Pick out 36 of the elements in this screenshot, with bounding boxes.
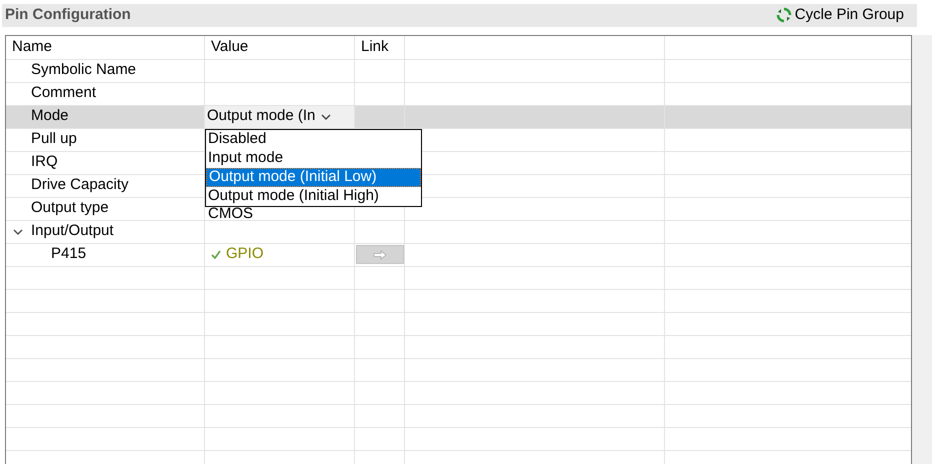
row-name: Mode bbox=[31, 106, 69, 126]
row-value: GPIO bbox=[226, 244, 264, 264]
row-name: Output type bbox=[31, 198, 109, 218]
table-row[interactable]: Symbolic Name bbox=[6, 60, 911, 82]
table-cell bbox=[355, 358, 405, 382]
row-name: P415 bbox=[51, 244, 86, 264]
table-row[interactable]: Mode Output mode (In bbox=[6, 106, 911, 128]
table-cell bbox=[355, 312, 405, 336]
table-cell bbox=[355, 336, 405, 358]
column-header[interactable]: Link bbox=[355, 36, 405, 60]
arrow-right-icon bbox=[372, 250, 386, 260]
row-name: Pull up bbox=[31, 129, 77, 150]
table-cell bbox=[355, 382, 405, 404]
table-cell bbox=[355, 404, 405, 428]
row-name: Drive Capacity bbox=[31, 175, 129, 196]
table-cell bbox=[355, 428, 405, 450]
row-name: Input/Output bbox=[31, 221, 114, 242]
column-header[interactable]: Name bbox=[6, 36, 205, 60]
check-icon bbox=[211, 250, 221, 259]
table-row[interactable]: Input/Output bbox=[6, 220, 911, 244]
cycle-pin-group-button[interactable]: Cycle Pin Group bbox=[776, 4, 914, 26]
dropdown-option[interactable]: Input mode bbox=[206, 148, 421, 168]
column-header[interactable]: Value bbox=[205, 36, 355, 60]
panel-title: Pin Configuration bbox=[5, 5, 131, 25]
dropdown-option[interactable]: Disabled bbox=[206, 130, 421, 148]
mode-combobox[interactable]: Output mode (In bbox=[205, 106, 354, 128]
table-cell bbox=[355, 290, 405, 312]
table-row[interactable]: P415 GPIO bbox=[6, 244, 911, 266]
row-name: Symbolic Name bbox=[31, 60, 136, 80]
dropdown-option[interactable]: Output mode (Initial Low) bbox=[206, 168, 421, 186]
chevron-down-icon bbox=[321, 112, 332, 120]
cycle-icon bbox=[776, 7, 792, 24]
row-name: IRQ bbox=[31, 152, 58, 172]
row-value: CMOS bbox=[208, 205, 253, 222]
row-name: Comment bbox=[31, 83, 96, 104]
table-cell bbox=[355, 266, 405, 290]
